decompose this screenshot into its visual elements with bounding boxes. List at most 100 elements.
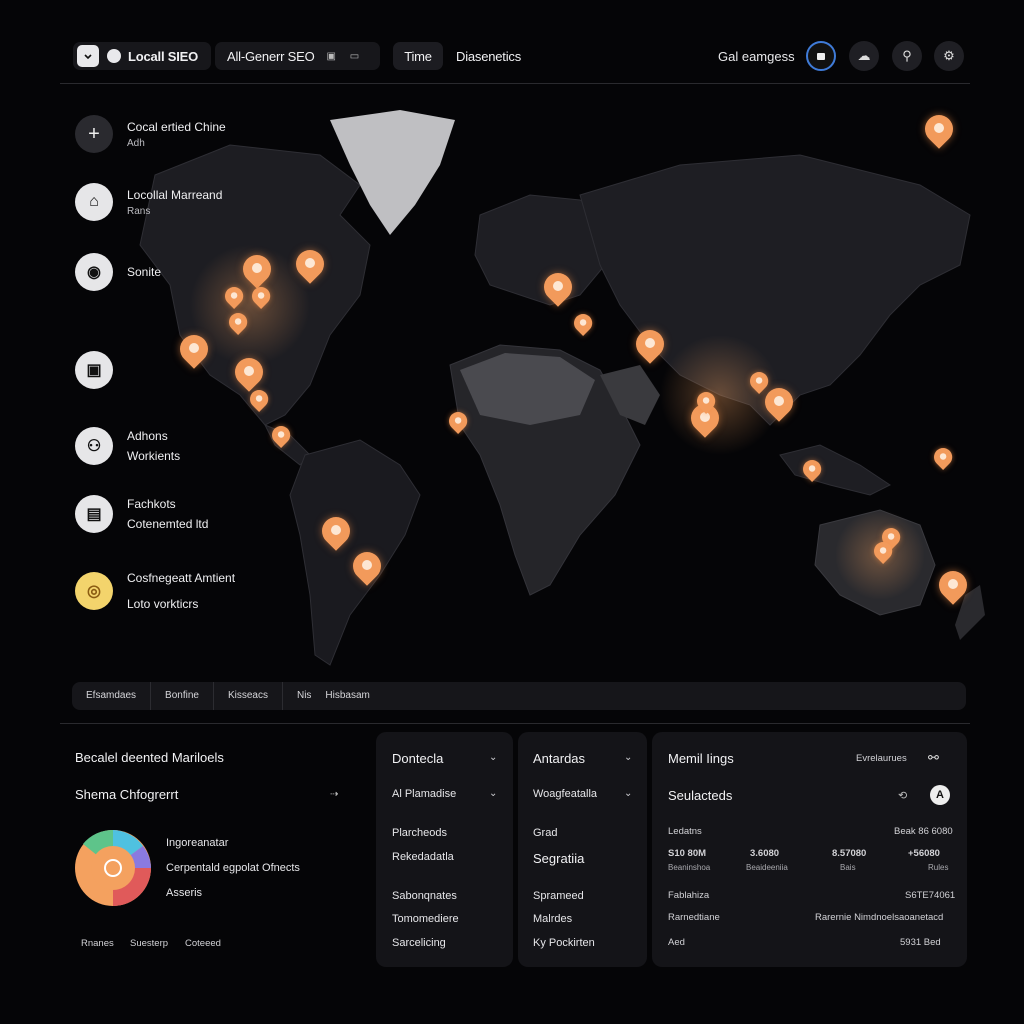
plus-icon[interactable]: + bbox=[75, 115, 113, 153]
settings-icon[interactable]: ⚙ bbox=[934, 41, 964, 71]
map-pin[interactable] bbox=[799, 456, 825, 483]
tab-diagnostics-label: Diasenetics bbox=[456, 48, 521, 64]
folder-icon[interactable]: ▣ bbox=[75, 351, 113, 389]
reports-icon[interactable]: ▤ bbox=[75, 495, 113, 533]
user-label: Gal eamgess bbox=[718, 49, 795, 64]
map-pin[interactable] bbox=[268, 422, 294, 449]
map-pin[interactable] bbox=[870, 538, 896, 565]
row-label: Aed bbox=[668, 937, 685, 948]
map-pin[interactable] bbox=[930, 444, 956, 471]
row-value: Rarernie Nimdnoelsaoanetacd bbox=[815, 912, 944, 923]
chat-icon[interactable]: ▭ bbox=[350, 51, 359, 62]
list-item[interactable]: Sarcelicing bbox=[392, 937, 446, 949]
chevron-down-icon[interactable] bbox=[77, 45, 99, 67]
list-item[interactable]: Sabonqnates bbox=[392, 890, 457, 902]
map-pin[interactable] bbox=[630, 324, 670, 366]
coin-icon[interactable]: ◎ bbox=[75, 572, 113, 610]
bell-icon[interactable]: ⚲ bbox=[892, 41, 922, 71]
location-icon[interactable]: ◉ bbox=[75, 253, 113, 291]
panel-select[interactable]: Al Plamadise bbox=[392, 788, 456, 800]
chevron-down-icon[interactable]: ⌄ bbox=[489, 752, 497, 763]
profile-icon[interactable] bbox=[806, 41, 836, 71]
map-pin[interactable] bbox=[445, 408, 471, 435]
chevron-down-icon[interactable]: ⌄ bbox=[624, 788, 632, 799]
sidebar-item-6[interactable]: ▤ Fachkots Cotenemted ltd bbox=[75, 494, 208, 534]
map-pin[interactable] bbox=[248, 283, 274, 310]
legend-item: Ingoreanatar bbox=[166, 837, 229, 849]
map-pin[interactable] bbox=[933, 565, 973, 607]
sidebar-item-sub: Adh bbox=[127, 138, 145, 149]
row-value: 5931 Bed bbox=[900, 937, 941, 948]
sidebar-item-5[interactable]: ⚇ Adhons Workients bbox=[75, 426, 180, 466]
legend-item: Asseris bbox=[166, 887, 203, 899]
alert-icon[interactable]: A bbox=[930, 785, 950, 805]
panel-title: Becalel deented Mariloels bbox=[75, 750, 224, 765]
sidebar-item-title: Locollal Marreand bbox=[127, 188, 223, 202]
map-pin[interactable] bbox=[246, 386, 272, 413]
chevron-down-icon[interactable]: ⌄ bbox=[489, 788, 497, 799]
map-pin[interactable] bbox=[225, 309, 251, 336]
map-pin[interactable] bbox=[693, 388, 719, 415]
list-item[interactable]: Tomomediere bbox=[392, 913, 459, 925]
tab-time[interactable]: Time bbox=[393, 42, 443, 70]
map-pin[interactable] bbox=[570, 310, 596, 337]
sidebar-item-2[interactable]: ⌂ Locollal Marreand Rans bbox=[75, 183, 222, 221]
stat-sub: Beaninshoa bbox=[668, 863, 711, 872]
footer-link[interactable]: Rnanes bbox=[81, 938, 114, 949]
sidebar-item-sub: Loto vorkticrs bbox=[127, 597, 199, 611]
map-pin[interactable] bbox=[919, 109, 959, 151]
filter-chip[interactable]: Bonfine bbox=[151, 682, 214, 710]
row-label: Ledatns bbox=[668, 826, 702, 837]
map-pin[interactable] bbox=[290, 244, 330, 286]
filter-chip[interactable]: Efsamdaes bbox=[72, 682, 152, 710]
list-item[interactable]: Sprameed bbox=[533, 890, 584, 902]
tab-diagnostics[interactable]: Diasenetics bbox=[446, 42, 521, 70]
filter-chip[interactable]: Hisbasam bbox=[311, 682, 383, 710]
map-pin[interactable] bbox=[237, 249, 277, 291]
stat-sub: Beaideeniia bbox=[746, 863, 788, 872]
stat-sub: Rules bbox=[928, 863, 949, 872]
panel-listings: Memil Iings Evrelaurues ⚯ Seulacteds ⟲ A… bbox=[652, 732, 967, 967]
map-pin[interactable] bbox=[347, 546, 387, 588]
list-item[interactable]: Grad bbox=[533, 827, 557, 839]
list-item[interactable]: Segratiia bbox=[533, 851, 584, 866]
sidebar-item-1[interactable]: + Cocal ertied Chine Adh bbox=[75, 115, 226, 153]
map-pin[interactable] bbox=[759, 382, 799, 424]
filter-strip: Efsamdaes Bonfine Kisseacs Nis Hisbasam bbox=[72, 682, 966, 710]
sidebar-item-sub: Workients bbox=[127, 449, 181, 463]
map-pin[interactable] bbox=[316, 511, 356, 553]
chevron-down-icon[interactable]: ⌄ bbox=[624, 752, 632, 763]
map-pin[interactable] bbox=[538, 267, 578, 309]
filter-chip[interactable]: Nis bbox=[283, 682, 311, 710]
logo-icon bbox=[107, 49, 121, 63]
sidebar-item-3[interactable]: ◉ Sonite bbox=[75, 253, 161, 291]
list-item[interactable]: Ky Pockirten bbox=[533, 937, 595, 949]
team-icon[interactable]: ⚇ bbox=[75, 427, 113, 465]
panel-top-right-label: Evrelaurues bbox=[856, 753, 907, 764]
panel-title: Dontecla bbox=[392, 751, 444, 766]
expand-icon[interactable]: ⇢ bbox=[330, 789, 338, 800]
footer-link[interactable]: Coteeed bbox=[185, 938, 221, 949]
cloud-icon[interactable]: ☁ bbox=[849, 41, 879, 71]
footer-link[interactable]: Suesterp bbox=[130, 938, 168, 949]
list-item[interactable]: Plarcheods bbox=[392, 827, 447, 839]
link-icon[interactable]: ⚯ bbox=[928, 750, 939, 766]
legend-item: Cerpentald egpolat Ofnects bbox=[166, 862, 300, 874]
list-item[interactable]: Malrdes bbox=[533, 913, 572, 925]
app-title: Locall SIEO bbox=[128, 48, 199, 64]
sidebar-item-title: Adhons bbox=[127, 429, 168, 443]
filter-chip[interactable]: Kisseacs bbox=[214, 682, 283, 710]
grid-icon[interactable]: ▣ bbox=[327, 51, 336, 62]
home-icon[interactable]: ⌂ bbox=[75, 183, 113, 221]
sidebar-item-7[interactable]: ◎ Cosfnegeatt Amtient Loto vorkticrs bbox=[75, 565, 235, 617]
panel-details: Dontecla ⌄ Al Plamadise ⌄ Plarcheods Rek… bbox=[376, 732, 513, 967]
sidebar-item-4[interactable]: ▣ bbox=[75, 351, 113, 389]
app-title-pill[interactable]: Locall SIEO bbox=[73, 42, 211, 70]
map-pin[interactable] bbox=[221, 283, 247, 310]
list-item[interactable]: Rekedadatla bbox=[392, 851, 454, 863]
panel-select[interactable]: Woagfeatalla bbox=[533, 788, 597, 800]
map-pin[interactable] bbox=[174, 329, 214, 371]
sidebar-item-sub: Rans bbox=[127, 206, 151, 217]
refresh-icon[interactable]: ⟲ bbox=[898, 789, 907, 802]
tab-seo[interactable]: All-Generr SEO ▣ ▭ bbox=[215, 42, 380, 70]
